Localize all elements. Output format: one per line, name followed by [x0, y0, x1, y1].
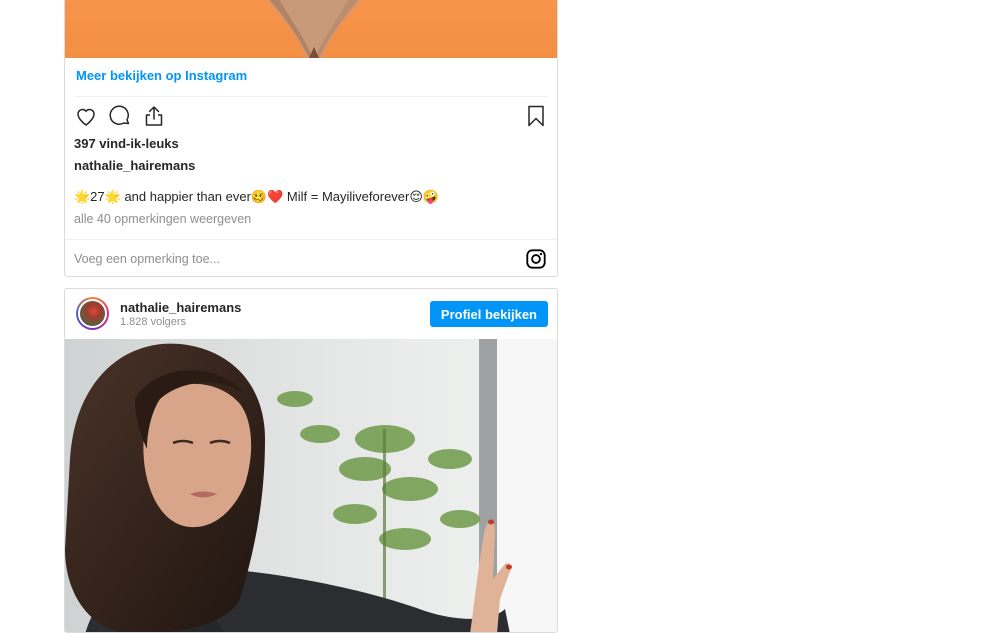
likes-count[interactable]: 397 vind-ik-leuks: [74, 136, 179, 151]
add-comment-input[interactable]: Voeg een opmerking toe...: [74, 252, 220, 266]
add-comment-row: Voeg een opmerking toe...: [65, 239, 557, 276]
avatar[interactable]: [76, 297, 109, 330]
instagram-embed-post-2: nathalie_hairemans 1.828 volgers Profiel…: [64, 288, 558, 633]
heart-icon[interactable]: [74, 104, 98, 128]
see-more-on-instagram-link[interactable]: Meer bekijken op Instagram: [76, 68, 247, 83]
bookmark-icon[interactable]: [524, 104, 548, 128]
followers-count: 1.828 volgers: [120, 316, 187, 328]
legs-illustration: [267, 0, 361, 58]
view-all-comments-link[interactable]: alle 40 opmerkingen weergeven: [74, 212, 251, 226]
view-profile-button[interactable]: Profiel bekijken: [429, 301, 548, 327]
instagram-logo-icon[interactable]: [525, 248, 547, 270]
caption-username[interactable]: nathalie_hairemans: [74, 158, 195, 173]
post-image-top[interactable]: [65, 0, 557, 58]
profile-username[interactable]: nathalie_hairemans: [120, 300, 241, 315]
post-photo[interactable]: [65, 339, 558, 633]
post-caption: 🌟27🌟 and happier than ever🥴❤️ Milf = May…: [74, 189, 440, 204]
post-actions: [74, 104, 166, 128]
post-header: nathalie_hairemans 1.828 volgers Profiel…: [65, 289, 557, 339]
divider: [75, 96, 547, 97]
share-icon[interactable]: [142, 104, 166, 128]
instagram-embed-post-1: Meer bekijken op Instagram 397 vind-ik-l…: [64, 0, 558, 277]
comment-icon[interactable]: [108, 104, 132, 128]
